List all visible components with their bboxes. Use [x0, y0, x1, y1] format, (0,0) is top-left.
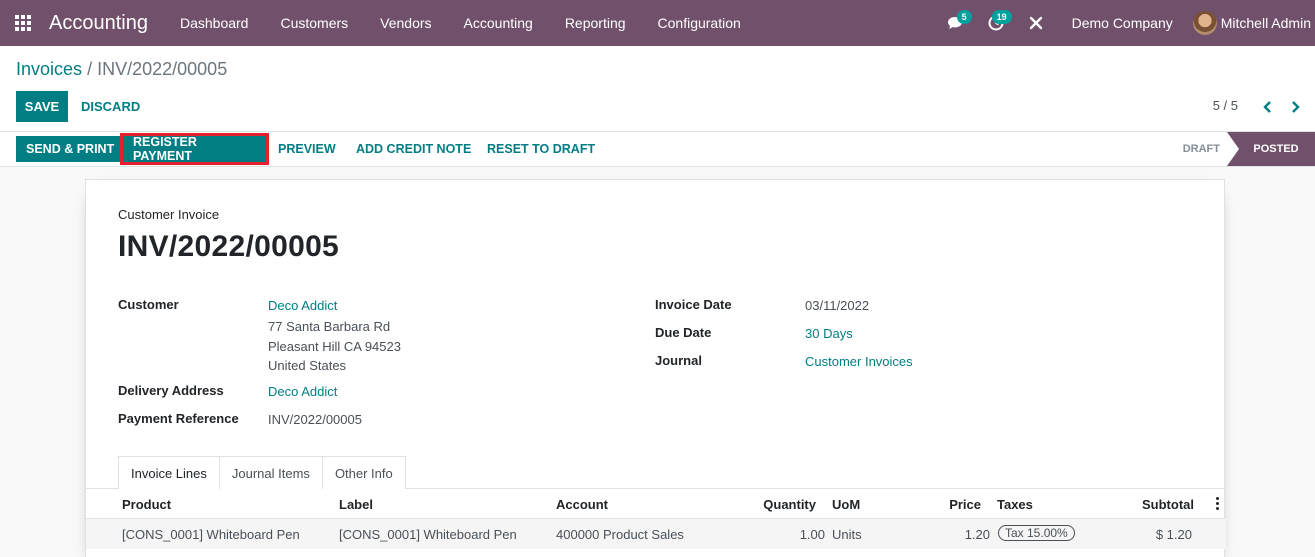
avatar: [1192, 11, 1217, 35]
customer-address-line2: Pleasant Hill CA 94523: [268, 339, 401, 354]
line-tax-badge: Tax 15.00%: [998, 525, 1075, 541]
status-posted[interactable]: POSTED: [1227, 132, 1315, 166]
save-button[interactable]: SAVE: [16, 91, 68, 122]
add-credit-note-button[interactable]: ADD CREDIT NOTE: [356, 136, 471, 162]
breadcrumb-invoices-link[interactable]: Invoices: [16, 59, 82, 79]
due-date-label: Due Date: [655, 325, 712, 340]
chevron-left-icon: [1263, 101, 1271, 113]
payment-reference-label: Payment Reference: [118, 411, 239, 426]
tools-icon: [1029, 16, 1042, 30]
messages-button[interactable]: 5: [936, 0, 976, 46]
messages-badge: 5: [956, 10, 972, 24]
column-account[interactable]: Account: [556, 497, 608, 512]
column-price[interactable]: Price: [949, 497, 981, 512]
control-panel: Invoices / INV/2022/00005 SAVE DISCARD 5…: [0, 46, 1315, 132]
column-uom[interactable]: UoM: [832, 497, 860, 512]
notebook-tabs: Invoice Lines Journal Items Other Info: [118, 456, 406, 490]
menu-vendors[interactable]: Vendors: [364, 0, 447, 46]
line-label: [CONS_0001] Whiteboard Pen: [339, 527, 517, 542]
app-name[interactable]: Accounting: [49, 12, 148, 35]
journal-label: Journal: [655, 353, 702, 368]
preview-button[interactable]: PREVIEW: [278, 136, 336, 162]
column-quantity[interactable]: Quantity: [763, 497, 816, 512]
column-label[interactable]: Label: [339, 497, 373, 512]
column-subtotal[interactable]: Subtotal: [1142, 497, 1194, 512]
line-uom: Units: [832, 527, 862, 542]
menu-accounting[interactable]: Accounting: [448, 0, 549, 46]
send-print-button[interactable]: SEND & PRINT: [16, 136, 125, 162]
line-account: 400000 Product Sales: [556, 527, 684, 542]
menu-configuration[interactable]: Configuration: [642, 0, 757, 46]
register-payment-button[interactable]: REGISTER PAYMENT: [120, 133, 269, 165]
menu-dashboard[interactable]: Dashboard: [164, 0, 265, 46]
breadcrumb-current: INV/2022/00005: [97, 59, 228, 79]
status-draft[interactable]: DRAFT: [1183, 143, 1220, 155]
customer-address-line1: 77 Santa Barbara Rd: [268, 319, 391, 334]
activities-button[interactable]: 19: [976, 0, 1016, 46]
user-name: Mitchell Admin: [1220, 15, 1311, 31]
invoice-date-label: Invoice Date: [655, 297, 732, 312]
invoice-number: INV/2022/00005: [118, 230, 340, 263]
pager-value: 5 / 5: [1212, 98, 1238, 113]
activities-badge: 19: [991, 10, 1012, 24]
apps-menu-icon[interactable]: [0, 0, 46, 46]
tab-journal-items[interactable]: Journal Items: [218, 456, 323, 489]
top-navbar: Accounting Dashboard Customers Vendors A…: [0, 0, 1315, 46]
chevron-right-icon: [1292, 101, 1300, 113]
line-product: [CONS_0001] Whiteboard Pen: [122, 527, 300, 542]
line-price: 1.20: [964, 527, 990, 542]
line-quantity: 1.00: [799, 527, 825, 542]
customer-label: Customer: [118, 297, 179, 312]
optional-columns-icon[interactable]: [1216, 497, 1220, 510]
customer-link[interactable]: Deco Addict: [268, 298, 337, 313]
breadcrumb: Invoices / INV/2022/00005: [16, 59, 227, 80]
statusbar: SEND & PRINT REGISTER PAYMENT PREVIEW AD…: [0, 132, 1315, 167]
debug-tools-button[interactable]: [1016, 0, 1056, 46]
lines-table-header: Product Label Account Quantity UoM Price…: [86, 489, 1226, 519]
document-type: Customer Invoice: [118, 207, 220, 222]
due-date-link[interactable]: 30 Days: [805, 326, 853, 341]
table-row[interactable]: [CONS_0001] Whiteboard Pen [CONS_0001] W…: [86, 519, 1226, 549]
journal-link[interactable]: Customer Invoices: [805, 354, 913, 369]
column-taxes[interactable]: Taxes: [997, 497, 1033, 512]
delivery-address-label: Delivery Address: [118, 383, 224, 398]
menu-customers[interactable]: Customers: [264, 0, 364, 46]
payment-reference-value: INV/2022/00005: [268, 412, 362, 427]
menu-reporting[interactable]: Reporting: [549, 0, 642, 46]
invoice-sheet: Customer Invoice INV/2022/00005 Customer…: [85, 179, 1226, 557]
discard-button[interactable]: DISCARD: [81, 91, 140, 122]
reset-to-draft-button[interactable]: RESET TO DRAFT: [487, 136, 595, 162]
breadcrumb-separator: /: [87, 59, 93, 79]
customer-address-line3: United States: [268, 358, 347, 373]
invoice-date-value: 03/11/2022: [805, 298, 870, 313]
tab-invoice-lines[interactable]: Invoice Lines: [118, 456, 220, 490]
line-subtotal: $ 1.20: [1155, 527, 1192, 542]
delivery-address-link[interactable]: Deco Addict: [268, 384, 337, 399]
pager-previous-button[interactable]: [1258, 97, 1278, 117]
pager-next-button[interactable]: [1285, 97, 1305, 117]
company-switcher[interactable]: Demo Company: [1056, 15, 1193, 31]
column-product[interactable]: Product: [122, 497, 171, 512]
user-menu[interactable]: Mitchell Admin: [1192, 11, 1315, 35]
tab-other-info[interactable]: Other Info: [321, 456, 406, 489]
